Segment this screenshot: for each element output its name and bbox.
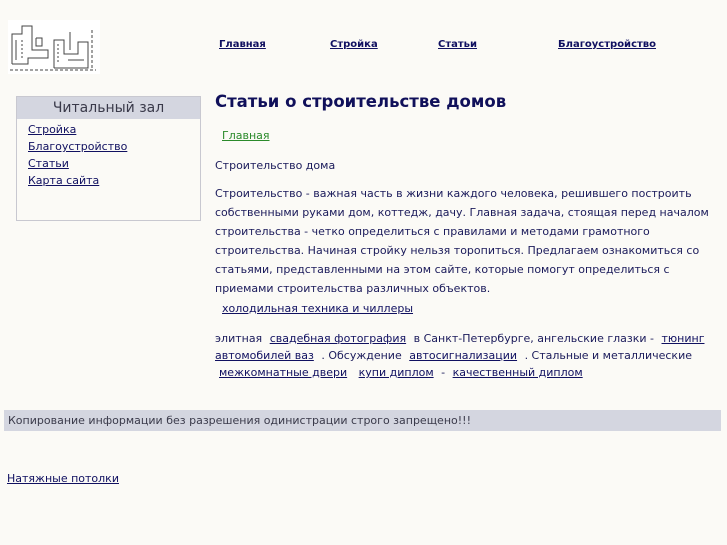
breadcrumb: Главная [222, 129, 270, 142]
interior-doors-link[interactable]: межкомнатные двери [219, 366, 347, 379]
footer-promo: Натяжные потолки [7, 472, 119, 485]
links-text-5: - [441, 366, 446, 379]
sidebar-item-sitemap: Карта сайта [28, 172, 200, 189]
copyright-notice: Копирование информации без разрешения од… [4, 410, 721, 431]
nav-build-link[interactable]: Стройка [330, 39, 378, 50]
sidebar-link-articles[interactable]: Статьи [28, 157, 69, 170]
sidebar-title: Читальный зал [17, 97, 200, 119]
quality-diploma-link[interactable]: качественный диплом [453, 366, 583, 379]
nav-landscaping-link[interactable]: Благоустройство [558, 39, 656, 50]
cooling-link[interactable]: холодильная техника и чиллеры [222, 302, 413, 315]
nav-articles-link[interactable]: Статьи [438, 39, 477, 50]
sidebar-item-landscaping: Благоустройство [28, 138, 200, 155]
sidebar-link-build[interactable]: Стройка [28, 123, 76, 136]
reading-room-sidebar: Читальный зал Стройка Благоустройство Ст… [16, 96, 201, 221]
links-text-1: элитная [215, 332, 263, 345]
site-logo[interactable] [8, 20, 100, 74]
stretch-ceiling-link[interactable]: Натяжные потолки [7, 472, 119, 485]
intro-paragraph: Строительство - важная часть в жизни каж… [215, 187, 709, 295]
sidebar-item-build: Стройка [28, 121, 200, 138]
sidebar-item-articles: Статьи [28, 155, 200, 172]
sidebar-menu: Стройка Благоустройство Статьи Карта сай… [17, 121, 200, 189]
car-alarm-link[interactable]: автосигнализации [409, 349, 517, 362]
nav-home-link[interactable]: Главная [219, 39, 266, 50]
sidebar-link-sitemap[interactable]: Карта сайта [28, 174, 99, 187]
sidebar-link-landscaping[interactable]: Благоустройство [28, 140, 127, 153]
buy-diploma-link[interactable]: купи диплом [359, 366, 434, 379]
cooling-promo: холодильная техника и чиллеры [222, 302, 413, 315]
links-text-3: . Обсуждение [321, 349, 402, 362]
links-text-4: . Стальные и металлические [524, 349, 692, 362]
section-subtitle: Строительство дома [215, 159, 336, 172]
page-title: Статьи о строительстве домов [215, 92, 507, 111]
wedding-photo-link[interactable]: свадебная фотография [270, 332, 406, 345]
breadcrumb-home-link[interactable]: Главная [222, 129, 270, 142]
links-text-2: в Санкт-Петербурге, ангельские глазки - [413, 332, 654, 345]
sponsored-links: элитная свадебная фотография в Санкт-Пет… [215, 330, 725, 381]
